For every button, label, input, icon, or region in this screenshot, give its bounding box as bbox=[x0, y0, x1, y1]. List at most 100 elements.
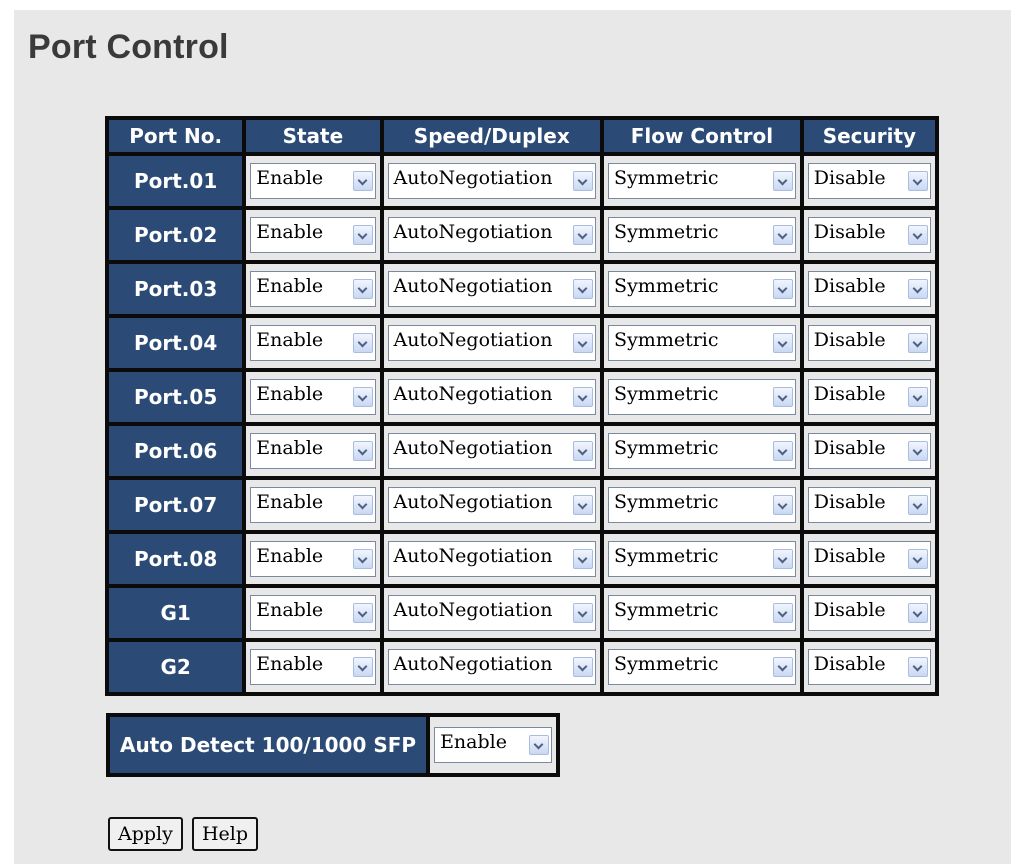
chevron-down-icon[interactable] bbox=[352, 603, 373, 623]
flow-control-select[interactable]: Symmetric bbox=[608, 541, 796, 577]
chevron-down-icon[interactable] bbox=[772, 549, 793, 569]
flow-control-select[interactable]: Symmetric bbox=[608, 163, 796, 199]
chevron-down-icon[interactable] bbox=[772, 171, 793, 191]
table-row: Port.03 Enable AutoNegotiation Symmetric Dis… bbox=[109, 264, 935, 314]
chevron-down-icon[interactable] bbox=[908, 549, 928, 569]
state-select[interactable]: Enable bbox=[250, 595, 376, 631]
chevron-down-icon[interactable] bbox=[573, 441, 594, 461]
flow-control-select[interactable]: Symmetric bbox=[608, 649, 796, 685]
chevron-down-icon[interactable] bbox=[772, 279, 793, 299]
state-select[interactable]: Enable bbox=[250, 649, 376, 685]
flow-control-select[interactable]: Symmetric bbox=[608, 379, 796, 415]
flow-control-select[interactable]: Symmetric bbox=[608, 433, 796, 469]
chevron-down-icon[interactable] bbox=[772, 657, 793, 677]
chevron-down-icon[interactable] bbox=[352, 387, 373, 407]
chevron-down-icon[interactable] bbox=[573, 495, 594, 515]
flow-control-select[interactable]: Symmetric bbox=[608, 325, 796, 361]
flow-control-cell: Symmetric bbox=[604, 480, 800, 530]
chevron-down-icon[interactable] bbox=[772, 441, 793, 461]
chevron-down-icon[interactable] bbox=[352, 441, 373, 461]
state-select[interactable]: Enable bbox=[250, 217, 376, 253]
chevron-down-icon[interactable] bbox=[352, 549, 373, 569]
header-security: Security bbox=[803, 120, 935, 152]
chevron-down-icon[interactable] bbox=[352, 333, 373, 353]
state-select[interactable]: Enable bbox=[250, 541, 376, 577]
chevron-down-icon[interactable] bbox=[772, 387, 793, 407]
chevron-down-icon[interactable] bbox=[908, 387, 928, 407]
speed-duplex-select[interactable]: AutoNegotiation bbox=[387, 379, 597, 415]
chevron-down-icon[interactable] bbox=[772, 333, 793, 353]
flow-control-value: Symmetric bbox=[614, 221, 719, 243]
state-select[interactable]: Enable bbox=[250, 163, 376, 199]
port-label: Port.04 bbox=[109, 318, 243, 368]
chevron-down-icon[interactable] bbox=[908, 333, 928, 353]
chevron-down-icon[interactable] bbox=[352, 225, 373, 245]
chevron-down-icon[interactable] bbox=[772, 603, 793, 623]
chevron-down-icon[interactable] bbox=[573, 657, 594, 677]
speed-duplex-select[interactable]: AutoNegotiation bbox=[387, 325, 597, 361]
security-select[interactable]: Disable bbox=[807, 541, 931, 577]
chevron-down-icon[interactable] bbox=[573, 333, 594, 353]
chevron-down-icon[interactable] bbox=[573, 279, 594, 299]
state-value: Enable bbox=[256, 491, 324, 513]
security-select[interactable]: Disable bbox=[807, 163, 931, 199]
flow-control-value: Symmetric bbox=[614, 275, 719, 297]
security-select[interactable]: Disable bbox=[807, 325, 931, 361]
security-select[interactable]: Disable bbox=[807, 379, 931, 415]
chevron-down-icon[interactable] bbox=[908, 441, 928, 461]
security-select[interactable]: Disable bbox=[807, 487, 931, 523]
state-select[interactable]: Enable bbox=[250, 433, 376, 469]
chevron-down-icon[interactable] bbox=[908, 657, 928, 677]
chevron-down-icon[interactable] bbox=[352, 657, 373, 677]
speed-duplex-select[interactable]: AutoNegotiation bbox=[387, 433, 597, 469]
speed-duplex-select[interactable]: AutoNegotiation bbox=[387, 595, 597, 631]
security-cell: Disable bbox=[803, 372, 935, 422]
speed-duplex-select[interactable]: AutoNegotiation bbox=[387, 163, 597, 199]
help-button[interactable]: Help bbox=[191, 817, 259, 851]
port-label: Port.07 bbox=[109, 480, 243, 530]
chevron-down-icon[interactable] bbox=[352, 279, 373, 299]
speed-duplex-value: AutoNegotiation bbox=[393, 545, 553, 567]
header-speed-duplex: Speed/Duplex bbox=[383, 120, 601, 152]
chevron-down-icon[interactable] bbox=[908, 279, 928, 299]
state-select[interactable]: Enable bbox=[250, 271, 376, 307]
flow-control-select[interactable]: Symmetric bbox=[608, 217, 796, 253]
chevron-down-icon[interactable] bbox=[908, 171, 928, 191]
security-select[interactable]: Disable bbox=[807, 271, 931, 307]
chevron-down-icon[interactable] bbox=[772, 495, 793, 515]
state-select[interactable]: Enable bbox=[250, 487, 376, 523]
chevron-down-icon[interactable] bbox=[352, 495, 373, 515]
security-select[interactable]: Disable bbox=[807, 649, 931, 685]
chevron-down-icon[interactable] bbox=[908, 495, 928, 515]
flow-control-select[interactable]: Symmetric bbox=[608, 271, 796, 307]
state-select[interactable]: Enable bbox=[250, 325, 376, 361]
chevron-down-icon[interactable] bbox=[529, 735, 550, 755]
chevron-down-icon[interactable] bbox=[908, 603, 928, 623]
security-select[interactable]: Disable bbox=[807, 595, 931, 631]
table-row: Port.05 Enable AutoNegotiation Symmetric Dis… bbox=[109, 372, 935, 422]
security-select[interactable]: Disable bbox=[807, 433, 931, 469]
state-select[interactable]: Enable bbox=[250, 379, 376, 415]
speed-duplex-select[interactable]: AutoNegotiation bbox=[387, 649, 597, 685]
chevron-down-icon[interactable] bbox=[573, 225, 594, 245]
chevron-down-icon[interactable] bbox=[573, 603, 594, 623]
auto-detect-sfp-select[interactable]: Enable bbox=[434, 727, 553, 763]
speed-duplex-select[interactable]: AutoNegotiation bbox=[387, 217, 597, 253]
speed-duplex-select[interactable]: AutoNegotiation bbox=[387, 487, 597, 523]
state-cell: Enable bbox=[246, 642, 380, 692]
auto-detect-sfp-box: Auto Detect 100/1000 SFP Enable bbox=[106, 713, 561, 777]
apply-button[interactable]: Apply bbox=[108, 817, 183, 851]
speed-duplex-select[interactable]: AutoNegotiation bbox=[387, 541, 597, 577]
state-cell: Enable bbox=[246, 210, 380, 260]
flow-control-select[interactable]: Symmetric bbox=[608, 487, 796, 523]
chevron-down-icon[interactable] bbox=[908, 225, 928, 245]
chevron-down-icon[interactable] bbox=[772, 225, 793, 245]
chevron-down-icon[interactable] bbox=[573, 387, 594, 407]
chevron-down-icon[interactable] bbox=[573, 171, 594, 191]
flow-control-select[interactable]: Symmetric bbox=[608, 595, 796, 631]
speed-duplex-select[interactable]: AutoNegotiation bbox=[387, 271, 597, 307]
state-cell: Enable bbox=[246, 372, 380, 422]
security-select[interactable]: Disable bbox=[807, 217, 931, 253]
chevron-down-icon[interactable] bbox=[573, 549, 594, 569]
chevron-down-icon[interactable] bbox=[352, 171, 373, 191]
